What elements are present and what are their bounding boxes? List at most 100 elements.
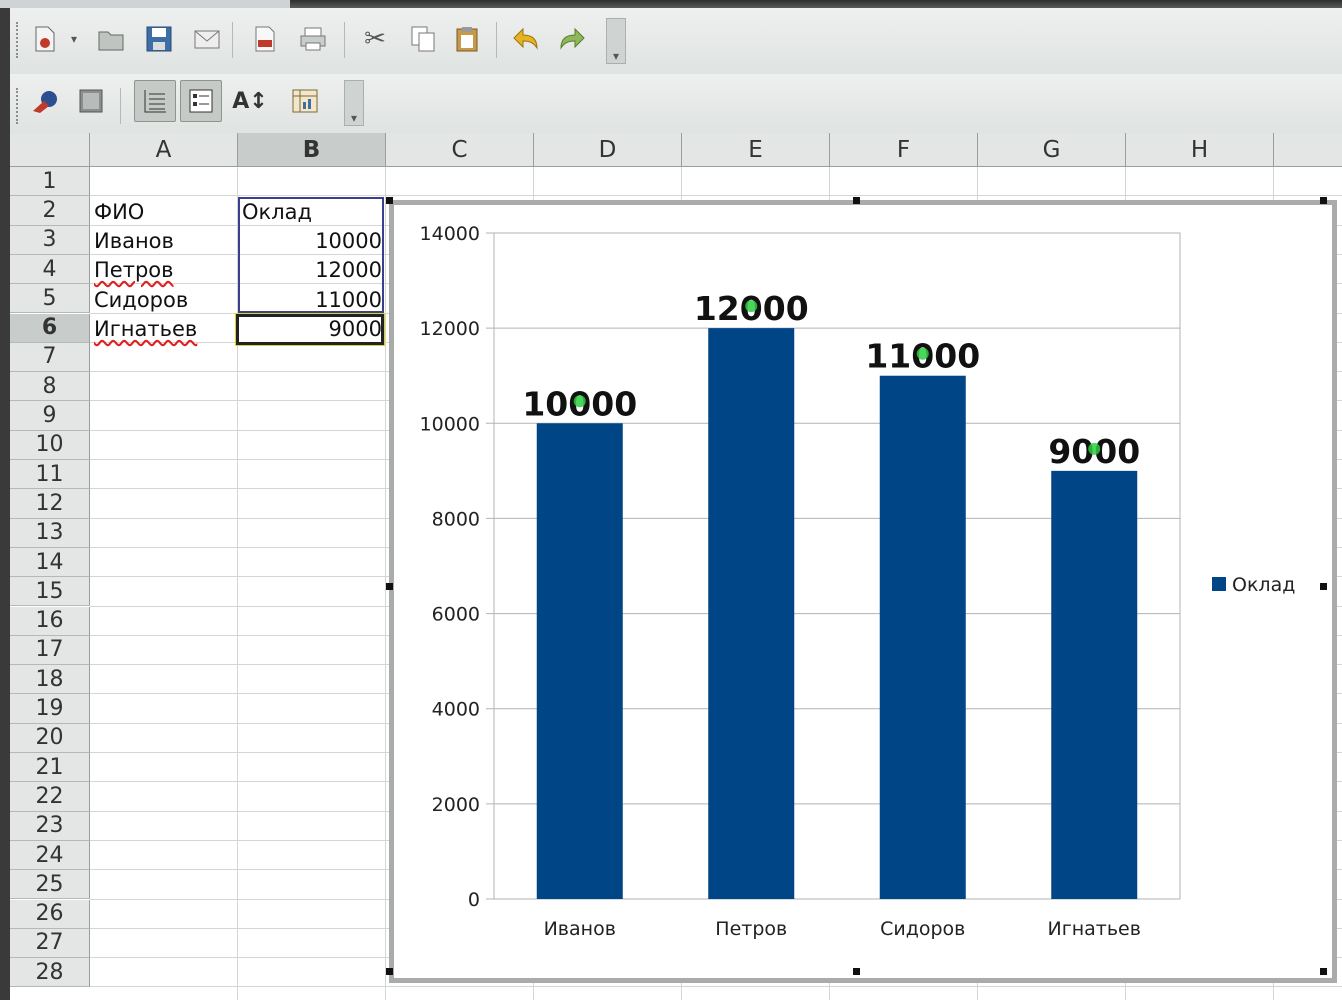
row-header[interactable]: 6 [10,313,90,343]
cell-a2[interactable]: ФИО [90,197,238,226]
row-gridline [90,986,1342,988]
row-header[interactable]: 14 [10,547,90,578]
standard-toolbar: ▾ ✂ ▾ [10,8,1342,75]
toolbar-overflow-icon[interactable]: ▾ [344,80,364,126]
y-tick-label: 6000 [432,604,480,626]
cell-b3[interactable]: 10000 [238,226,386,255]
column-header-h[interactable]: H [1126,133,1274,167]
legend-toggle-icon[interactable] [180,80,222,122]
chart-resize-handle[interactable] [386,583,393,590]
new-document-icon[interactable] [30,24,60,54]
open-folder-icon[interactable] [96,24,126,54]
row-header[interactable]: 16 [10,606,90,636]
chart-object[interactable]: 0200040006000800010000120001400010000Ива… [389,200,1337,983]
scale-text-icon[interactable]: A↕ [232,86,268,116]
email-icon[interactable] [192,24,222,54]
window-title-strip [0,0,1342,8]
chart-resize-handle[interactable] [853,968,860,975]
data-table-icon[interactable] [290,86,320,116]
chart-resize-handle[interactable] [1320,583,1327,590]
y-tick-label: 0 [468,889,480,911]
chart-resize-handle[interactable] [853,197,860,204]
row-header[interactable]: 22 [10,782,90,812]
row-header[interactable]: 17 [10,635,90,666]
chart-resize-handle[interactable] [386,968,393,975]
row-header[interactable]: 23 [10,811,90,841]
y-tick-label: 14000 [420,223,480,245]
toolbar-separator [232,22,233,58]
column-header-b[interactable]: B [238,133,386,167]
row-header[interactable]: 19 [10,694,90,724]
toolbar-overflow-icon[interactable]: ▾ [606,18,626,64]
data-label-marker [916,347,929,360]
row-header[interactable]: 12 [10,489,90,519]
chart-toolbar: A↕ ▾ [10,74,1342,134]
row-header[interactable]: 15 [10,577,90,607]
row-header[interactable]: 26 [10,899,90,929]
select-all-corner[interactable] [10,133,90,167]
row-header[interactable]: 2 [10,196,90,226]
cut-icon[interactable]: ✂ [360,24,390,54]
save-icon[interactable] [144,24,174,54]
row-header[interactable]: 1 [10,167,90,197]
row-header[interactable]: 24 [10,840,90,871]
title-strip-highlight [0,0,290,8]
export-pdf-icon[interactable] [250,24,280,54]
chart-wall-icon[interactable] [30,86,60,116]
row-header[interactable]: 21 [10,753,90,783]
column-header-e[interactable]: E [682,133,830,167]
column-header-f[interactable]: F [830,133,978,167]
column-header-g[interactable]: G [978,133,1126,167]
y-tick-label: 8000 [432,508,480,530]
toolbar-separator [344,22,345,58]
row-header[interactable]: 3 [10,225,90,255]
row-header[interactable]: 11 [10,460,90,490]
x-category-label: Игнатьев [1048,918,1141,940]
y-tick-label: 10000 [420,413,480,435]
row-header[interactable]: 18 [10,665,90,695]
chart-area-icon[interactable] [76,86,106,116]
row-header[interactable]: 7 [10,342,90,373]
column-header-c[interactable]: C [386,133,534,167]
x-category-label: Иванов [544,918,616,940]
row-header[interactable]: 13 [10,518,90,548]
column-header-overflow[interactable] [1274,133,1342,167]
row-header[interactable]: 9 [10,401,90,431]
y-tick-label: 12000 [420,318,480,340]
row-header[interactable]: 28 [10,958,90,988]
cell-a5[interactable]: Сидоров [90,285,238,314]
bar-1 [708,328,795,900]
column-header-a[interactable]: A [90,133,238,167]
undo-icon[interactable] [510,24,540,54]
data-label-marker [745,300,758,313]
row-header[interactable]: 25 [10,870,90,900]
row-header[interactable]: 27 [10,928,90,959]
chart-resize-handle[interactable] [386,197,393,204]
x-category-label: Сидоров [880,918,965,940]
cell-b4[interactable]: 12000 [238,255,386,284]
dropdown-arrow-icon[interactable]: ▾ [66,24,82,54]
cell-a6[interactable]: Игнатьев [90,314,238,343]
row-header[interactable]: 5 [10,284,90,314]
cell-a3[interactable]: Иванов [90,226,238,255]
cell-b6[interactable]: 9000 [238,314,386,343]
toolbar-grip[interactable] [16,22,22,58]
cell-a4[interactable]: Петров [90,255,238,284]
row-header[interactable]: 10 [10,430,90,460]
horizontal-gridlines-icon[interactable] [134,80,176,122]
cell-b2[interactable]: Оклад [238,197,386,226]
column-header-d[interactable]: D [534,133,682,167]
chart-resize-handle[interactable] [1320,197,1327,204]
print-icon[interactable] [298,24,328,54]
cell-b5[interactable]: 11000 [238,285,386,314]
toolbar-separator [496,22,497,58]
redo-icon[interactable] [558,24,588,54]
copy-icon[interactable] [408,24,438,54]
paste-icon[interactable] [452,24,482,54]
bar-chart[interactable]: 0200040006000800010000120001400010000Ива… [394,205,1332,978]
row-header[interactable]: 8 [10,372,90,402]
row-header[interactable]: 20 [10,723,90,753]
toolbar-grip[interactable] [16,88,22,124]
chart-resize-handle[interactable] [1320,968,1327,975]
row-header[interactable]: 4 [10,254,90,285]
